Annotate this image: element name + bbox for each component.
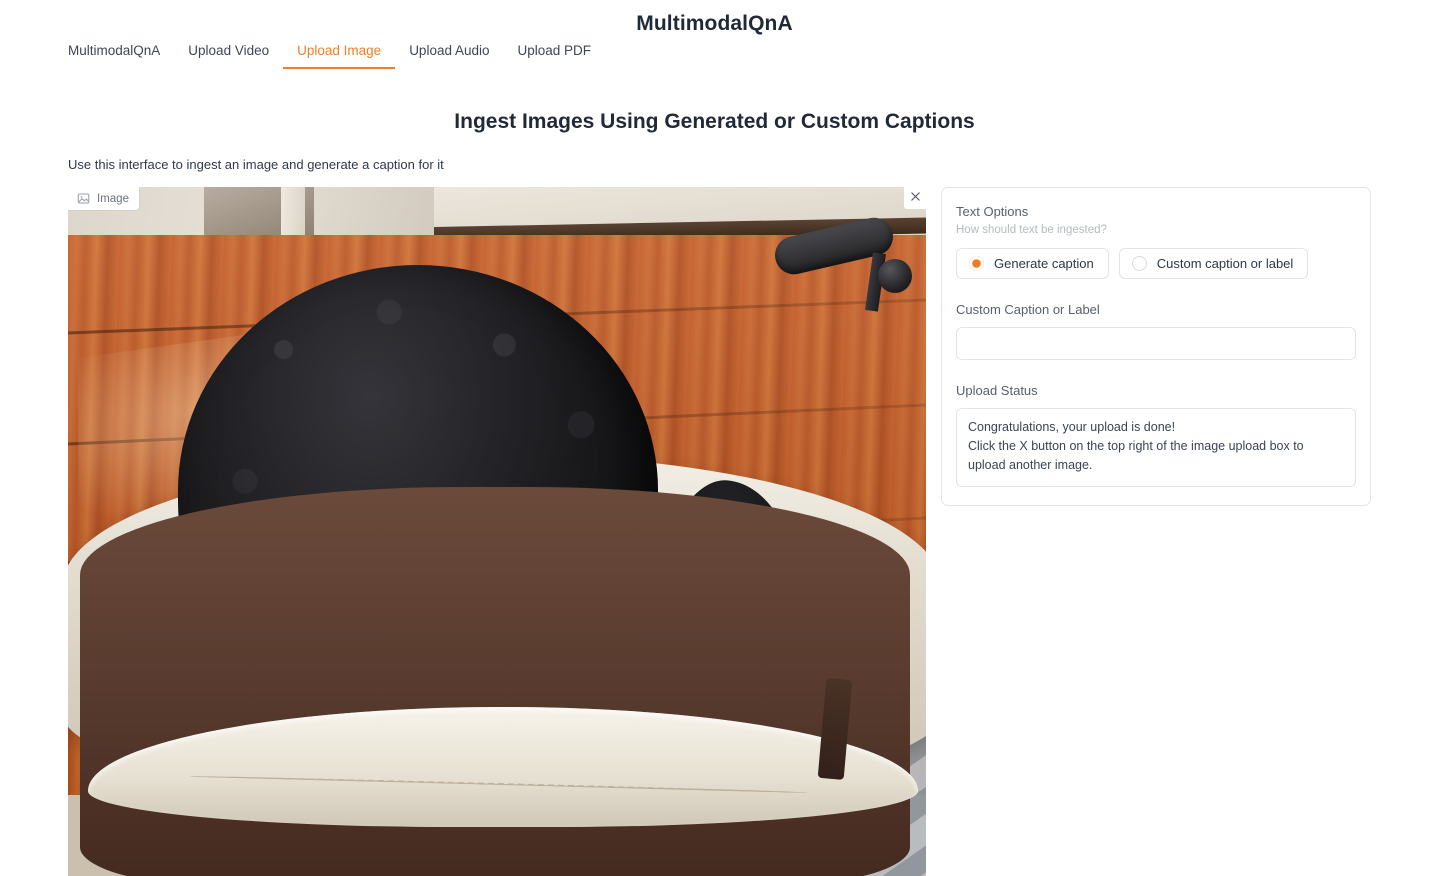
text-options-help: How should text be ingested?	[956, 224, 1107, 236]
text-options-label: Text Options	[956, 204, 1029, 219]
radio-custom-caption-label: Custom caption or label	[1156, 256, 1294, 271]
app-title: MultimodalQnA	[636, 12, 793, 35]
tab-upload-video[interactable]: Upload Video	[174, 43, 283, 69]
radio-generate-caption[interactable]: Generate caption	[956, 248, 1109, 279]
tab-upload-audio[interactable]: Upload Audio	[395, 43, 503, 69]
close-icon	[910, 189, 921, 207]
ingest-mode-radio-group: Generate caption Custom caption or label	[956, 248, 1356, 279]
radio-custom-caption[interactable]: Custom caption or label	[1118, 248, 1309, 279]
image-badge-label: Image	[97, 192, 129, 205]
main-nav: MultimodalQnA Upload Video Upload Image …	[0, 43, 1429, 79]
page-title: Ingest Images Using Generated or Custom …	[454, 110, 975, 133]
custom-caption-input[interactable]	[956, 327, 1356, 360]
radio-indicator-selected[interactable]	[969, 256, 984, 271]
main-content: Image Text Options How should text be in…	[0, 187, 1429, 876]
tab-upload-pdf[interactable]: Upload PDF	[504, 43, 606, 69]
uploaded-image	[68, 187, 926, 876]
image-type-badge: Image	[68, 187, 139, 210]
image-preview-panel[interactable]: Image	[68, 187, 926, 876]
close-image-button[interactable]	[904, 187, 926, 209]
radio-generate-caption-label: Generate caption	[994, 256, 1094, 271]
upload-status-label: Upload Status	[956, 383, 1038, 398]
text-options-card: Text Options How should text be ingested…	[941, 187, 1371, 506]
upload-status-message: Congratulations, your upload is done! Cl…	[956, 408, 1356, 487]
radio-indicator-unselected[interactable]	[1131, 256, 1147, 271]
image-icon	[77, 192, 90, 205]
tab-upload-image[interactable]: Upload Image	[283, 43, 396, 69]
tab-multimodalqna[interactable]: MultimodalQnA	[68, 43, 174, 69]
page-subtitle: Use this interface to ingest an image an…	[68, 157, 444, 172]
custom-caption-label: Custom Caption or Label	[956, 302, 1100, 317]
